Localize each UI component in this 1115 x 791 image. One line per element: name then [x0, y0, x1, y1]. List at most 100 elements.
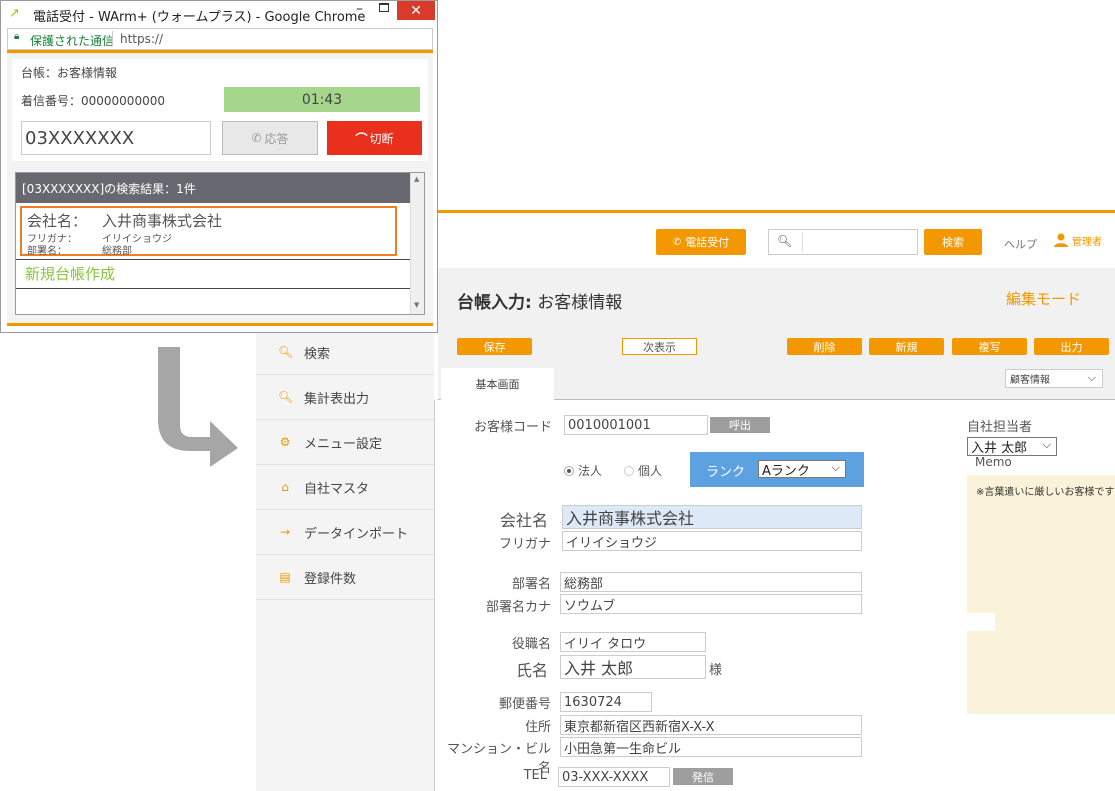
- rank-select[interactable]: Aランク ⌵: [758, 460, 846, 479]
- rank-select-value: Aランク: [762, 463, 810, 479]
- page-title-bold: 台帳入力:: [457, 293, 532, 313]
- sidebar-item-data-import[interactable]: → データインポート: [256, 510, 434, 555]
- sidebar-item-record-count[interactable]: ▤ 登録件数: [256, 555, 434, 600]
- search-button[interactable]: 検索: [924, 229, 982, 255]
- secure-label: 保護された通信: [30, 34, 115, 48]
- dept-kana-label: 部署名カナ: [485, 600, 551, 615]
- call-button[interactable]: 呼出: [710, 417, 770, 433]
- address-bar[interactable]: 🔒︎ 保護された通信 https://: [7, 28, 433, 50]
- zip-field[interactable]: 1630724: [560, 692, 652, 712]
- address-label: 住所: [524, 720, 551, 735]
- company-field[interactable]: 入井商事株式会社: [562, 505, 862, 529]
- phone-reception-label: 電話受付: [685, 236, 730, 249]
- search-icon: 🔍︎: [278, 390, 294, 404]
- close-button[interactable]: ✕: [397, 1, 435, 20]
- results-header: [03XXXXXXX]の検索結果：1件: [16, 173, 410, 203]
- result-item[interactable]: 会社名： 入井商事株式会社 フリガナ： イリイショウジ 部署名： 総務部: [20, 206, 397, 257]
- new-ledger-link[interactable]: 新規台帳作成: [25, 263, 115, 284]
- phone-icon: ✆: [251, 131, 262, 145]
- results-scrollbar[interactable]: ▲ ▼: [410, 173, 424, 314]
- tab-basic[interactable]: 基本画面: [441, 368, 554, 400]
- phone-number-input[interactable]: 03XXXXXXX: [21, 121, 211, 155]
- phone-icon: ✆: [672, 236, 682, 248]
- output-button[interactable]: 出力: [1034, 338, 1109, 355]
- page-title-text: お客様情報: [537, 293, 623, 313]
- dept-field[interactable]: 総務部: [560, 572, 862, 592]
- popup-accent-line-bottom: [7, 323, 433, 326]
- help-link[interactable]: ヘルプ: [1004, 236, 1037, 252]
- furigana-label: フリガナ: [498, 537, 551, 552]
- address-divider: [112, 31, 113, 46]
- search-button-label: 検索: [942, 236, 964, 249]
- search-icon: 🔍︎: [278, 345, 294, 359]
- scroll-down-icon: ▼: [414, 301, 420, 309]
- phone-reception-button[interactable]: ✆ 電話受付: [656, 229, 746, 255]
- job-title-field[interactable]: イリイ タロウ: [560, 632, 706, 652]
- delete-button[interactable]: 削除: [787, 338, 862, 355]
- sidebar-item-label: データインポート: [304, 526, 409, 542]
- new-button[interactable]: 新規: [869, 338, 944, 355]
- scroll-up-icon: ▲: [414, 175, 420, 183]
- staff-select[interactable]: 入井 太郎 ⌵: [967, 437, 1057, 456]
- search-icon: 🔍︎: [777, 234, 793, 248]
- sidebar-item-report[interactable]: 🔍︎ 集計表出力: [256, 375, 434, 420]
- user-icon: [1054, 233, 1068, 247]
- memo-area[interactable]: ※言葉遣いに厳しいお客様です: [967, 475, 1115, 714]
- zip-label: 郵便番号: [498, 697, 551, 712]
- dept-kana-field[interactable]: ソウムブ: [560, 594, 862, 614]
- call-timer: 01:43: [224, 87, 420, 112]
- search-box: 🔍︎: [768, 229, 918, 255]
- staff-label: 自社担当者: [967, 420, 1033, 435]
- dept-label: 部署名: [511, 577, 551, 592]
- sidebar-item-company-master[interactable]: ⌂ 自社マスタ: [256, 465, 434, 510]
- search-results: [03XXXXXXX]の検索結果：1件 ▲ ▼ 会社名： 入井商事株式会社 フリ…: [15, 172, 425, 315]
- gear-icon: ⚙︎: [279, 435, 291, 449]
- building-field[interactable]: 小田急第一生命ビル: [560, 737, 862, 757]
- tel-label: TEL: [523, 768, 547, 783]
- close-icon: ✕: [410, 2, 422, 19]
- incoming-number: 着信番号：00000000000: [21, 94, 165, 108]
- result-company-label: 会社名：: [27, 212, 88, 230]
- answer-button-label: 応答: [264, 131, 289, 146]
- hangup-icon: ⌒: [355, 131, 368, 146]
- window-title: 電話受付 - WArm+ (ウォームプラス) - Google Chrome: [33, 10, 366, 25]
- user-name: 管理者: [1072, 236, 1102, 248]
- view-select-value: 顧客情報: [1010, 375, 1050, 386]
- document-icon: ▤: [279, 570, 291, 584]
- staff-select-value: 入井 太郎: [971, 441, 1028, 456]
- sidebar-item-label: 検索: [304, 346, 331, 362]
- save-button[interactable]: 保存: [457, 338, 532, 355]
- sidebar-item-menu-settings[interactable]: ⚙︎ メニュー設定: [256, 420, 434, 465]
- user-menu[interactable]: 管理者: [1053, 232, 1102, 248]
- copy-button[interactable]: 複写: [952, 338, 1027, 355]
- dial-button[interactable]: 発信: [673, 768, 733, 785]
- customer-code-label: お客様コード: [473, 420, 552, 435]
- job-title-label: 役職名: [511, 637, 551, 652]
- individual-radio-label: 個人: [638, 464, 663, 478]
- maximize-icon[interactable]: [379, 3, 389, 12]
- customer-code-field[interactable]: 0010001001: [564, 415, 708, 435]
- radio-unselected-icon: [624, 465, 634, 476]
- name-label: 氏名: [515, 661, 548, 680]
- results-divider: [16, 259, 410, 260]
- search-input[interactable]: [802, 233, 914, 251]
- url-text: https://: [120, 32, 164, 46]
- answer-button[interactable]: ✆ 応答: [222, 121, 318, 155]
- rank-panel: ランク Aランク ⌵: [690, 452, 864, 487]
- next-display-button[interactable]: 次表示: [622, 338, 697, 355]
- view-select[interactable]: 顧客情報 ⌵: [1005, 369, 1103, 388]
- individual-radio[interactable]: 個人: [624, 462, 662, 479]
- corp-radio[interactable]: 法人: [564, 462, 602, 479]
- minimize-icon[interactable]: –: [356, 1, 363, 17]
- hangup-button[interactable]: ⌒ 切断: [327, 121, 422, 155]
- sidebar-item-search[interactable]: 🔍︎ 検索: [256, 330, 434, 375]
- lock-icon: 🔒︎: [14, 31, 20, 42]
- name-field[interactable]: 入井 太郎: [560, 655, 706, 679]
- chevron-down-icon: ⌵: [1087, 371, 1096, 384]
- flow-arrow-icon: [158, 347, 238, 467]
- tel-field[interactable]: 03-XXX-XXXX: [558, 767, 670, 787]
- phone-reception-window: ↗ 電話受付 - WArm+ (ウォームプラス) - Google Chrome…: [0, 0, 438, 333]
- furigana-field[interactable]: イリイショウジ: [562, 531, 862, 551]
- address-field[interactable]: 東京都新宿区西新宿X-X-X: [560, 715, 862, 735]
- window-titlebar: ↗ 電話受付 - WArm+ (ウォームプラス) - Google Chrome…: [1, 1, 437, 28]
